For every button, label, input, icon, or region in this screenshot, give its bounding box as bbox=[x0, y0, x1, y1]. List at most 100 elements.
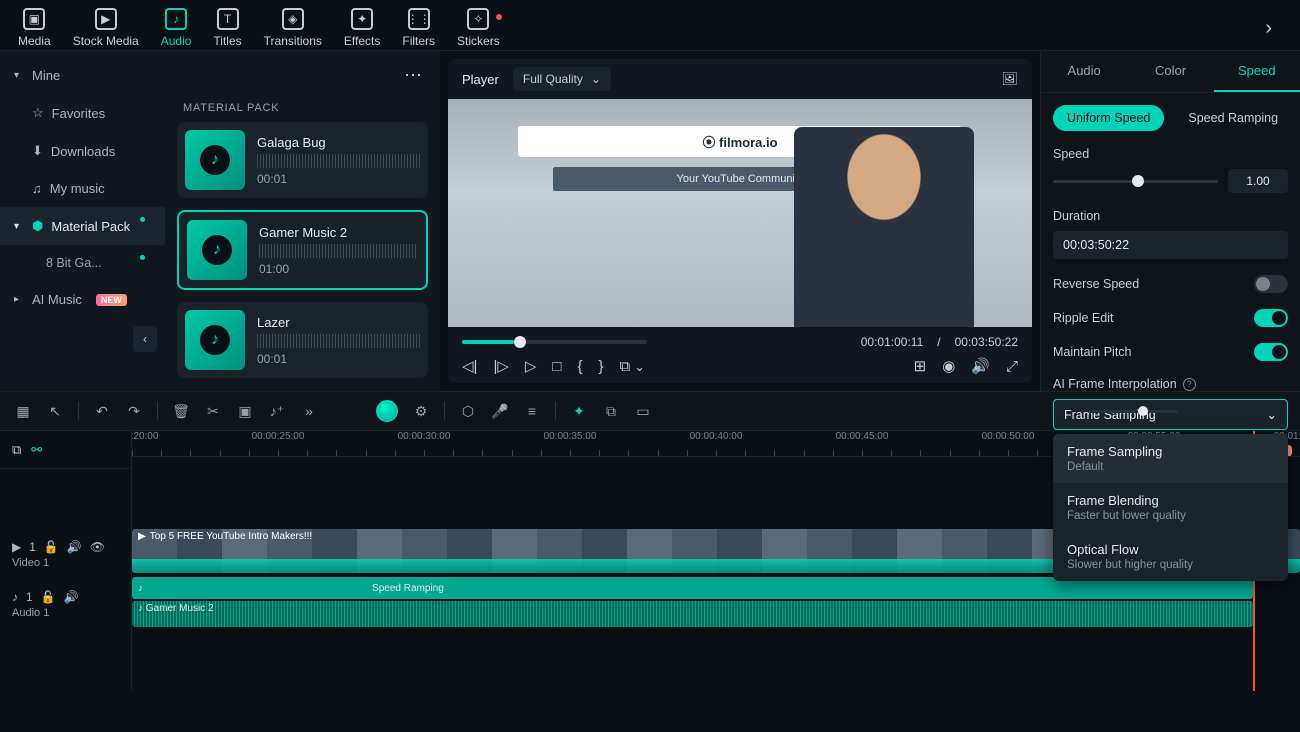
ripple-edit-toggle[interactable] bbox=[1254, 309, 1288, 327]
volume-icon[interactable]: 🔊 bbox=[971, 357, 990, 375]
pointer-icon[interactable]: ↖ bbox=[46, 402, 64, 420]
audio-thumb: ♪ bbox=[187, 220, 247, 280]
time-sep: / bbox=[937, 335, 940, 349]
ai-avatar-icon[interactable] bbox=[376, 400, 398, 422]
effects-icon: ✦ bbox=[351, 8, 373, 30]
speed-value-input[interactable] bbox=[1228, 169, 1288, 193]
video-track-header[interactable]: ▶1🔓🔊👁 Video 1 bbox=[0, 529, 131, 579]
link-icon[interactable]: ⚯ bbox=[31, 442, 42, 458]
crop-icon[interactable]: ▣ bbox=[236, 402, 254, 420]
inspector-tab-audio[interactable]: Audio bbox=[1041, 51, 1127, 92]
note-icon: ♪ bbox=[200, 325, 230, 355]
snapshot-icon[interactable]: ◉ bbox=[942, 357, 955, 375]
audio-detach-icon[interactable]: ♪⁺ bbox=[268, 402, 286, 420]
next-frame-icon[interactable]: |▷ bbox=[493, 357, 508, 375]
sidebar-item-favorites[interactable]: ☆Favorites bbox=[0, 94, 165, 132]
delete-icon[interactable]: 🗑 bbox=[172, 402, 190, 420]
sidebar-item-my-music[interactable]: ♫My music bbox=[0, 170, 165, 207]
display-icon[interactable]: ⊞ bbox=[914, 357, 927, 375]
ratio-icon[interactable]: ⧉ ⌄ bbox=[620, 358, 645, 375]
mask-icon[interactable]: ⬡ bbox=[459, 402, 477, 420]
mark-out-icon[interactable]: } bbox=[599, 358, 604, 375]
audio-duration: 00:01 bbox=[257, 172, 420, 186]
tab-effects[interactable]: ✦Effects bbox=[344, 8, 380, 48]
transitions-icon: ◈ bbox=[282, 8, 304, 30]
play-icon[interactable]: ▷ bbox=[525, 357, 537, 375]
zoom-slider[interactable] bbox=[1088, 410, 1178, 413]
audio-clip-gamer-music[interactable]: ♪ Gamer Music 2 bbox=[132, 601, 1253, 627]
dropdown-option-optical-flow[interactable]: Optical Flow Slower but higher quality bbox=[1053, 532, 1288, 581]
sidebar-item-label: Material Pack bbox=[51, 219, 130, 234]
info-icon[interactable]: ? bbox=[1183, 378, 1196, 391]
group-icon[interactable]: ⧉ bbox=[602, 402, 620, 420]
sidebar-item-8bit[interactable]: 8 Bit Ga... bbox=[0, 245, 165, 281]
playback-progress[interactable] bbox=[462, 340, 647, 344]
tab-label: Audio bbox=[161, 34, 192, 48]
sidebar-item-material-pack[interactable]: ▾⬢Material Pack bbox=[0, 207, 165, 245]
nav-scroll-right[interactable]: › bbox=[1255, 17, 1282, 40]
fullscreen-icon[interactable]: ⤢ bbox=[1006, 358, 1018, 375]
download-icon: ⬇ bbox=[32, 143, 43, 159]
ai-interpolation-select[interactable]: Frame Sampling ⌄ bbox=[1053, 399, 1288, 430]
grid-icon[interactable]: ▦ bbox=[14, 402, 32, 420]
inspector-tab-color[interactable]: Color bbox=[1127, 51, 1213, 92]
duration-label: Duration bbox=[1053, 209, 1288, 223]
marker-icon[interactable]: ✦ bbox=[570, 402, 588, 420]
clip-label: Gamer Music 2 bbox=[146, 603, 214, 614]
list-icon[interactable]: ≡ bbox=[523, 402, 541, 420]
lock-icon[interactable]: 🔓 bbox=[44, 540, 59, 554]
uniform-speed-pill[interactable]: Uniform Speed bbox=[1053, 105, 1164, 131]
tab-audio[interactable]: ♪Audio bbox=[161, 8, 192, 48]
cut-icon[interactable]: ✂ bbox=[204, 402, 222, 420]
sidebar-item-ai-music[interactable]: ▸AI MusicNEW bbox=[0, 281, 165, 318]
tab-stickers[interactable]: ✧Stickers bbox=[457, 8, 500, 48]
note-icon: ♪ bbox=[138, 603, 146, 614]
eye-icon[interactable]: 👁 bbox=[90, 540, 105, 554]
redo-icon[interactable]: ↷ bbox=[125, 402, 143, 420]
audio-item-lazer[interactable]: ♪ Lazer 00:01 bbox=[177, 302, 428, 378]
sidebar-collapse[interactable]: ‹ bbox=[133, 326, 157, 352]
speed-slider[interactable] bbox=[1053, 180, 1218, 183]
quality-value: Full Quality bbox=[523, 72, 583, 86]
duration-input[interactable] bbox=[1053, 231, 1288, 259]
ai-interpolation-label: AI Frame Interpolation bbox=[1053, 377, 1177, 391]
maintain-pitch-toggle[interactable] bbox=[1254, 343, 1288, 361]
mute-icon[interactable]: 🔊 bbox=[64, 590, 79, 604]
more-tools-icon[interactable]: » bbox=[300, 402, 318, 420]
undo-icon[interactable]: ↶ bbox=[93, 402, 111, 420]
speed-ramping-pill[interactable]: Speed Ramping bbox=[1174, 105, 1292, 131]
stop-icon[interactable]: □ bbox=[552, 358, 561, 375]
tab-filters[interactable]: ⋮⋮Filters bbox=[402, 8, 435, 48]
mark-in-icon[interactable]: { bbox=[577, 358, 582, 375]
tab-media[interactable]: ▣Media bbox=[18, 8, 51, 48]
sidebar-item-downloads[interactable]: ⬇Downloads bbox=[0, 132, 165, 170]
mic-icon[interactable]: 🎤 bbox=[491, 402, 509, 420]
stock-media-icon: ▶ bbox=[95, 8, 117, 30]
gear-icon[interactable]: ⚙ bbox=[412, 402, 430, 420]
image-icon[interactable]: 🖼 bbox=[1001, 71, 1018, 87]
quality-dropdown[interactable]: Full Quality⌄ bbox=[513, 67, 611, 91]
reverse-speed-toggle[interactable] bbox=[1254, 275, 1288, 293]
tab-transitions[interactable]: ◈Transitions bbox=[264, 8, 322, 48]
dropdown-option-frame-sampling[interactable]: Frame Sampling Default bbox=[1053, 434, 1288, 483]
dropdown-option-frame-blending[interactable]: Frame Blending Faster but lower quality bbox=[1053, 483, 1288, 532]
mute-icon[interactable]: 🔊 bbox=[67, 540, 82, 554]
ruler-label: 00:00:45:00 bbox=[836, 431, 889, 442]
lock-icon[interactable]: 🔓 bbox=[41, 590, 56, 604]
stickers-icon: ✧ bbox=[467, 8, 489, 30]
audio-title: Gamer Music 2 bbox=[259, 225, 418, 240]
more-menu-icon[interactable]: ⋯ bbox=[404, 65, 422, 86]
audio-item-galaga[interactable]: ♪ Galaga Bug 00:01 bbox=[177, 122, 428, 198]
inspector-tab-speed[interactable]: Speed bbox=[1214, 51, 1300, 92]
audio-track-header[interactable]: ♪1🔓🔊 Audio 1 bbox=[0, 579, 131, 629]
audio-thumb: ♪ bbox=[185, 310, 245, 370]
duplicate-icon[interactable]: ⧉ bbox=[12, 442, 21, 458]
prev-frame-icon[interactable]: ◁| bbox=[462, 357, 477, 375]
tab-stock-media[interactable]: ▶ Stock Media bbox=[73, 8, 139, 48]
tab-label: Stock Media bbox=[73, 34, 139, 48]
caption-icon[interactable]: ▭ bbox=[634, 402, 652, 420]
sidebar-item-mine[interactable]: ▾Mine bbox=[0, 57, 165, 94]
audio-item-gamer-music[interactable]: ♪ Gamer Music 2 01:00 bbox=[177, 210, 428, 290]
video-preview[interactable]: ⦿ filmora.io Your YouTube Community bbox=[448, 99, 1032, 327]
tab-titles[interactable]: TTitles bbox=[213, 8, 241, 48]
